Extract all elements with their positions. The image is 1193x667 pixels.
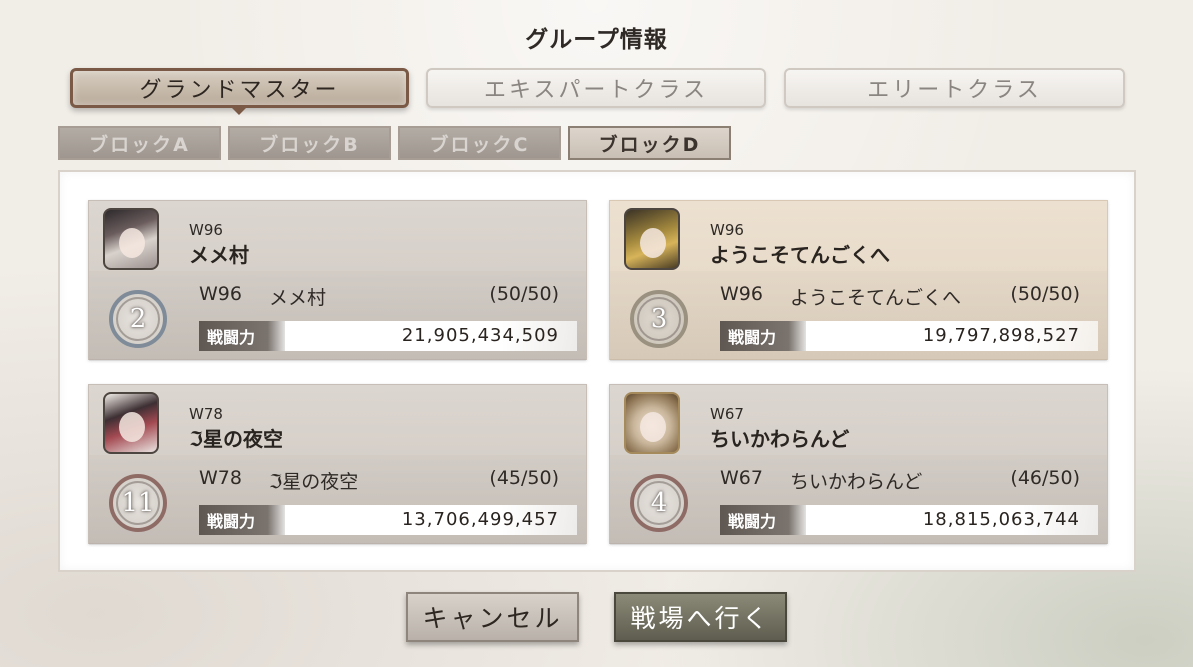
group-name: ちいかわらんど [790, 471, 923, 493]
combat-power-row: 戦闘力 19,797,898,527 [720, 321, 1098, 351]
combat-power-value: 21,905,434,509 [401, 325, 559, 346]
avatar-face [119, 228, 145, 258]
group-card-header: W96 ようこそてんごくへ [610, 201, 1107, 271]
combat-power-row: 戦闘力 18,815,063,744 [720, 505, 1098, 535]
group-name: ℑ星の夜空 [269, 471, 359, 493]
block-tab-label: ブロックB [259, 133, 360, 156]
tab-label: エキスパートクラス [484, 78, 708, 103]
block-tab-label: ブロックA [89, 133, 190, 156]
world-label: W78 [199, 467, 242, 489]
cancel-button-label: キャンセル [422, 604, 563, 633]
tab-grandmaster[interactable]: グランドマスター [70, 68, 409, 108]
combat-power-label: 戦闘力 [199, 321, 285, 351]
group-card-body: 4 W67 ちいかわらんど (46/50) 戦闘力 18,815,063,744 [610, 455, 1107, 545]
avatar [103, 208, 159, 270]
group-card-body: 2 W96 メメ村 (50/50) 戦闘力 21,905,434,509 [89, 271, 586, 361]
tab-label: エリートクラス [867, 78, 1042, 103]
combat-power-label: 戦闘力 [720, 505, 806, 535]
tab-block-c[interactable]: ブロックC [398, 126, 561, 160]
tab-block-b[interactable]: ブロックB [228, 126, 391, 160]
tab-block-a[interactable]: ブロックA [58, 126, 221, 160]
world-label: W96 [189, 221, 223, 239]
group-name: メメ村 [269, 287, 327, 309]
member-count: (46/50) [1010, 467, 1080, 489]
go-to-battlefield-button[interactable]: 戦場へ行く [614, 592, 787, 642]
world-label: W96 [710, 221, 744, 239]
rank-badge: 3 [630, 290, 688, 348]
combat-power-label: 戦闘力 [199, 505, 285, 535]
world-label: W67 [720, 467, 763, 489]
group-info-line: W96 ようこそてんごくへ (50/50) [720, 283, 1080, 310]
group-card-header: W67 ちいかわらんど [610, 385, 1107, 455]
member-count: (50/50) [1010, 283, 1080, 305]
go-button-label: 戦場へ行く [630, 604, 771, 633]
group-card[interactable]: W96 メメ村 2 W96 メメ村 (50/50) 戦闘力 21,905,434… [88, 200, 587, 361]
tab-label: グランドマスター [139, 78, 340, 103]
group-info-line: W78 ℑ星の夜空 (45/50) [199, 467, 559, 494]
avatar [624, 392, 680, 454]
group-list-panel: W96 メメ村 2 W96 メメ村 (50/50) 戦闘力 21,905,434… [58, 170, 1136, 572]
world-label: W96 [199, 283, 242, 305]
group-card[interactable]: W78 ℑ星の夜空 11 W78 ℑ星の夜空 (45/50) 戦闘力 13,70… [88, 384, 587, 545]
combat-power-value: 18,815,063,744 [922, 509, 1080, 530]
world-label: W96 [720, 283, 763, 305]
combat-power-label: 戦闘力 [720, 321, 806, 351]
group-card[interactable]: W96 ようこそてんごくへ 3 W96 ようこそてんごくへ (50/50) 戦闘… [609, 200, 1108, 361]
group-card-header: W96 メメ村 [89, 201, 586, 271]
combat-power-value: 13,706,499,457 [401, 509, 559, 530]
avatar-face [640, 228, 666, 258]
rank-number: 2 [129, 304, 147, 334]
dialog-title: グループ情報 [525, 26, 668, 53]
group-card[interactable]: W67 ちいかわらんど 4 W67 ちいかわらんど (46/50) 戦闘力 18… [609, 384, 1108, 545]
tab-expert-class[interactable]: エキスパートクラス [426, 68, 766, 108]
rank-number: 3 [650, 304, 668, 334]
member-count: (50/50) [489, 283, 559, 305]
cancel-button[interactable]: キャンセル [406, 592, 579, 642]
rank-badge: 4 [630, 474, 688, 532]
avatar-face [119, 412, 145, 442]
rank-number: 11 [121, 488, 155, 518]
world-label: W67 [710, 405, 744, 423]
group-info-line: W67 ちいかわらんど (46/50) [720, 467, 1080, 494]
group-name: メメ村 [189, 243, 249, 267]
group-info-line: W96 メメ村 (50/50) [199, 283, 559, 310]
combat-power-row: 戦闘力 21,905,434,509 [199, 321, 577, 351]
rank-badge: 11 [109, 474, 167, 532]
group-name: ちいかわらんど [710, 427, 850, 451]
tab-block-d[interactable]: ブロックD [568, 126, 731, 160]
group-name: ようこそてんごくへ [790, 287, 962, 309]
avatar-face [640, 412, 666, 442]
member-count: (45/50) [489, 467, 559, 489]
avatar [624, 208, 680, 270]
group-card-body: 11 W78 ℑ星の夜空 (45/50) 戦闘力 13,706,499,457 [89, 455, 586, 545]
combat-power-value: 19,797,898,527 [922, 325, 1080, 346]
group-name: ようこそてんごくへ [710, 243, 890, 267]
group-card-body: 3 W96 ようこそてんごくへ (50/50) 戦闘力 19,797,898,5… [610, 271, 1107, 361]
group-card-header: W78 ℑ星の夜空 [89, 385, 586, 455]
block-tab-label: ブロックC [429, 133, 530, 156]
active-tab-pointer [230, 106, 248, 115]
tab-elite-class[interactable]: エリートクラス [784, 68, 1125, 108]
group-name: ℑ星の夜空 [189, 427, 283, 451]
block-tab-label: ブロックD [598, 133, 701, 156]
world-label: W78 [189, 405, 223, 423]
avatar [103, 392, 159, 454]
rank-badge: 2 [109, 290, 167, 348]
combat-power-row: 戦闘力 13,706,499,457 [199, 505, 577, 535]
rank-number: 4 [650, 488, 668, 518]
